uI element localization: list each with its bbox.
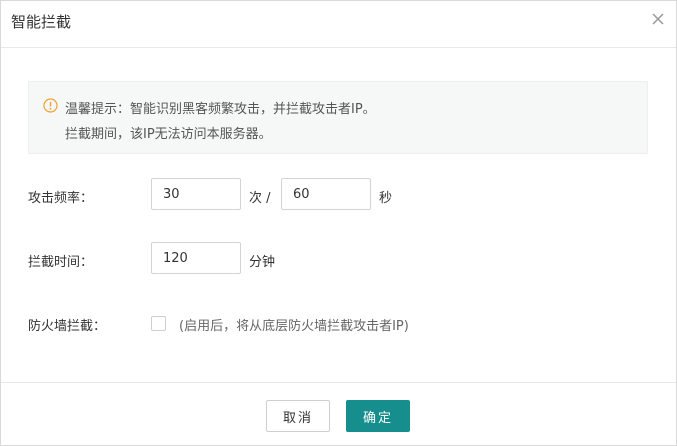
notice-box: 温馨提示：智能识别黑客频繁攻击，并拦截攻击者IP。 拦截期间，该IP无法访问本服… — [28, 81, 648, 154]
notice-text-line1: 温馨提示：智能识别黑客频繁攻击，并拦截攻击者IP。 — [65, 102, 376, 117]
frequency-seconds-unit: 秒 — [379, 191, 393, 206]
dialog-title: 智能拦截 — [11, 13, 72, 31]
close-icon[interactable] — [650, 11, 666, 27]
frequency-label: 攻击频率： — [28, 191, 94, 206]
firewall-hint: (启用后，将从底层防火墙拦截攻击者IP) — [179, 319, 409, 334]
block-time-unit: 分钟 — [249, 255, 276, 270]
dialog-footer: 取消 确定 — [1, 382, 676, 446]
confirm-button[interactable]: 确定 — [346, 400, 410, 432]
smart-block-dialog: 智能拦截 温馨提示：智能识别黑客频繁攻击，并拦截攻击者IP。 拦截期间，该IP无… — [0, 0, 677, 446]
dialog-header: 智能拦截 — [1, 1, 676, 48]
block-time-label: 拦截时间： — [28, 255, 94, 270]
block-time-input[interactable] — [151, 242, 241, 274]
frequency-count-unit: 次 / — [249, 191, 271, 206]
frequency-count-input[interactable] — [151, 178, 241, 210]
notice-text-line2: 拦截期间，该IP无法访问本服务器。 — [65, 127, 272, 142]
firewall-label: 防火墙拦截： — [28, 319, 107, 334]
frequency-seconds-input[interactable] — [281, 178, 371, 210]
firewall-checkbox[interactable] — [151, 316, 166, 331]
warning-circle-icon — [43, 98, 58, 113]
cancel-button[interactable]: 取消 — [266, 400, 330, 432]
